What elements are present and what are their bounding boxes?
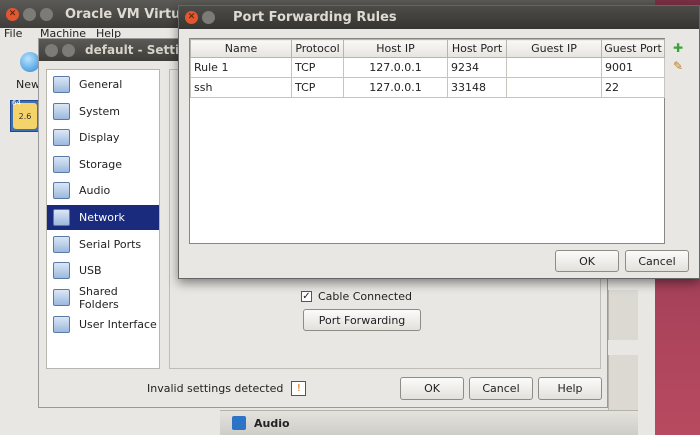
cell-guest-port[interactable]: 22 [601,77,665,98]
cable-connected-checkbox[interactable]: ✓ Cable Connected [301,290,412,303]
main-window-title: Oracle VM Virtual [65,6,194,22]
usb-icon [53,262,70,279]
add-rule-icon[interactable]: ✚ [670,40,686,56]
column-header-guest-port[interactable]: Guest Port [601,39,665,58]
minimize-icon[interactable] [23,7,36,21]
category-network[interactable]: Network [47,205,159,230]
category-label: General [79,78,123,91]
audio-section-label: Audio [254,416,290,430]
category-display[interactable]: Display [47,125,159,150]
category-user-interface[interactable]: User Interface [47,312,159,337]
table-row[interactable]: Rule 1 TCP 127.0.0.1 9234 9001 [190,57,665,78]
category-label: USB [79,264,102,277]
close-icon[interactable]: ✕ [6,7,19,21]
category-serial-ports[interactable]: Serial Ports [47,232,159,257]
network-icon [53,209,70,226]
port-forwarding-dialog: ✕ Port Forwarding Rules Name Protocol Ho… [178,5,700,279]
category-list: General System Display Storage Audio Net… [46,69,160,369]
minimize-icon[interactable] [62,43,75,57]
audio-icon [232,416,246,430]
category-storage[interactable]: Storage [47,152,159,177]
system-icon [53,103,70,120]
column-header-name[interactable]: Name [190,39,292,58]
background-panel [608,355,638,410]
invalid-settings-text: Invalid settings detected [147,382,284,395]
column-header-guest-ip[interactable]: Guest IP [506,39,602,58]
port-forwarding-titlebar: ✕ Port Forwarding Rules [179,6,699,29]
settings-title: default - Settin [85,43,188,57]
category-system[interactable]: System [47,99,159,124]
cell-host-port[interactable]: 33148 [447,77,507,98]
storage-icon [53,156,70,173]
cell-guest-port[interactable]: 9001 [601,57,665,78]
category-general[interactable]: General [47,72,159,97]
category-label: Serial Ports [79,238,142,251]
remove-rule-icon[interactable]: ✎ [670,58,686,74]
settings-help-button[interactable]: Help [538,377,602,400]
audio-icon [53,182,70,199]
maximize-icon[interactable] [40,7,53,21]
audio-section-header[interactable]: Audio [220,410,638,435]
category-label: Storage [79,158,123,171]
general-icon [53,76,70,93]
cell-name[interactable]: Rule 1 [190,57,292,78]
cable-connected-label: Cable Connected [318,290,412,303]
rules-table-container: Name Protocol Host IP Host Port Guest IP… [189,38,665,244]
cell-host-ip[interactable]: 127.0.0.1 [343,77,448,98]
category-label: Network [79,211,125,224]
checkbox-checked-icon[interactable]: ✓ [301,291,312,302]
cell-guest-ip[interactable] [506,77,602,98]
port-forwarding-button[interactable]: Port Forwarding [303,309,421,331]
column-header-host-port[interactable]: Host Port [447,39,507,58]
port-forwarding-cancel-button[interactable]: Cancel [625,250,689,272]
category-label: Display [79,131,120,144]
menu-file[interactable]: File [4,27,22,40]
close-icon[interactable] [45,43,58,57]
shared-folders-icon [53,289,70,306]
new-vm-label[interactable]: New [16,78,40,91]
cell-guest-ip[interactable] [506,57,602,78]
vm-version: 2.6 [18,111,32,121]
category-label: User Interface [79,318,157,331]
category-audio[interactable]: Audio [47,178,159,203]
column-header-protocol[interactable]: Protocol [291,39,344,58]
new-vm-icon[interactable] [20,52,40,72]
cell-host-port[interactable]: 9234 [447,57,507,78]
settings-cancel-button[interactable]: Cancel [469,377,533,400]
minimize-icon[interactable] [202,11,215,24]
rules-table: Name Protocol Host IP Host Port Guest IP… [190,39,665,98]
category-label: Audio [79,184,111,197]
category-label: Shared Folders [79,284,119,311]
cell-host-ip[interactable]: 127.0.0.1 [343,57,448,78]
invalid-settings-indicator: Invalid settings detected ! [147,381,307,396]
vm-list-item[interactable]: 2.6 64 [10,99,40,132]
category-usb[interactable]: USB [47,258,159,283]
category-shared-folders[interactable]: Shared Folders [47,284,159,311]
cell-protocol[interactable]: TCP [291,57,344,78]
settings-ok-button[interactable]: OK [400,377,464,400]
cell-name[interactable]: ssh [190,77,292,98]
close-icon[interactable]: ✕ [185,11,198,24]
cell-protocol[interactable]: TCP [291,77,344,98]
table-header-row: Name Protocol Host IP Host Port Guest IP… [190,39,665,58]
category-label: System [79,105,121,118]
table-row[interactable]: ssh TCP 127.0.0.1 33148 22 [190,77,665,98]
column-header-host-ip[interactable]: Host IP [343,39,448,58]
serial-ports-icon [53,236,70,253]
vm-arch-badge: 64 [12,99,21,107]
port-forwarding-title: Port Forwarding Rules [233,10,397,25]
background-panel [608,290,638,340]
warning-icon[interactable]: ! [291,381,307,396]
user-interface-icon [53,316,70,333]
display-icon [53,129,70,146]
port-forwarding-ok-button[interactable]: OK [555,250,619,272]
